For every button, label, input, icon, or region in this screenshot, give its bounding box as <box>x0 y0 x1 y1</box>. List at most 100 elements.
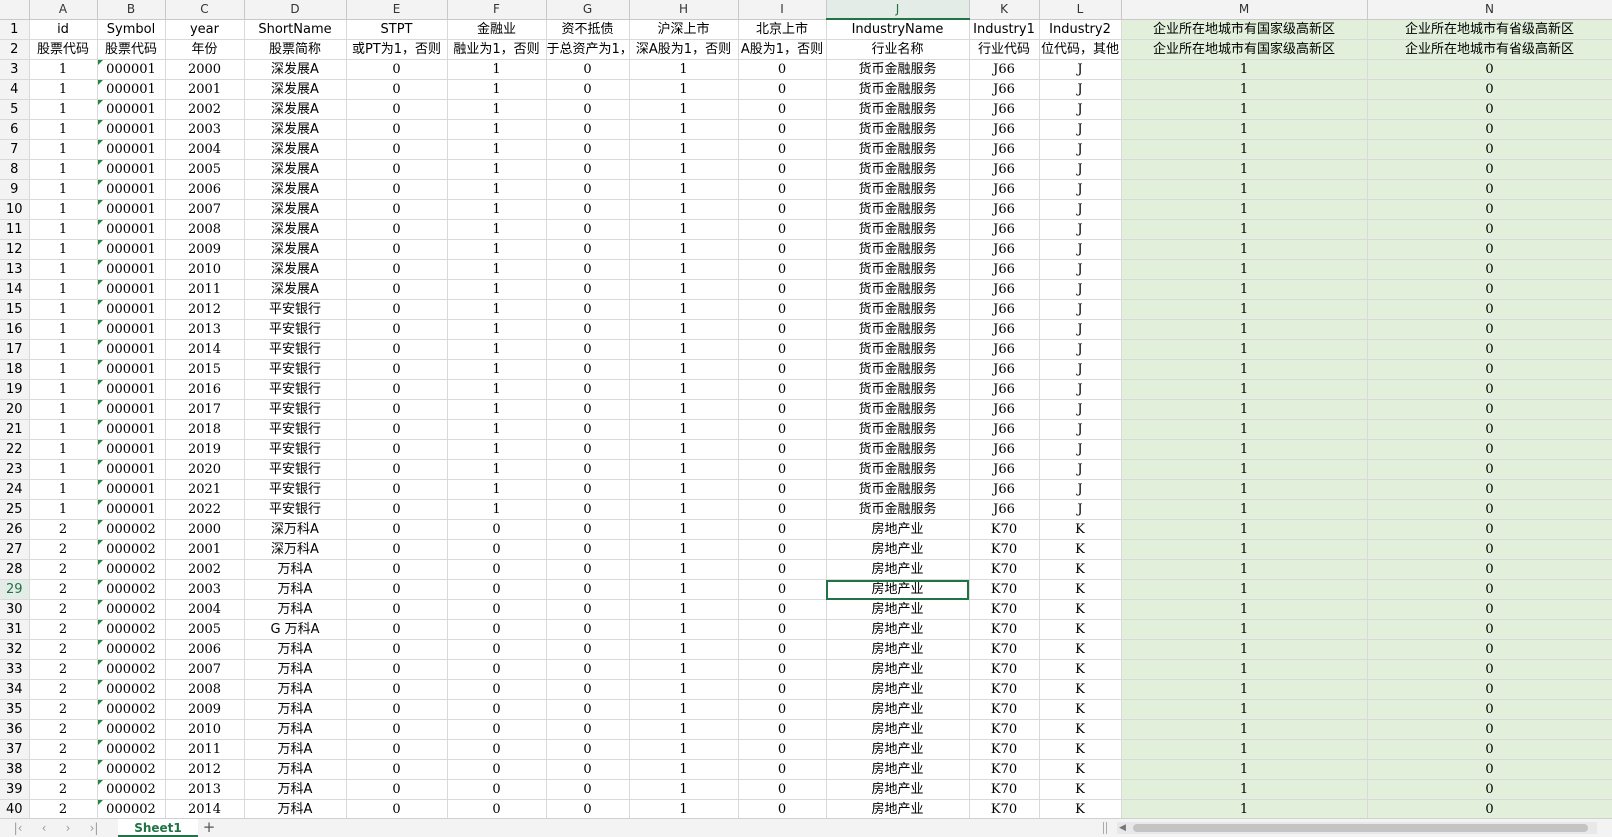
cell-d11[interactable]: 深发展A <box>244 219 347 240</box>
cell-c29[interactable]: 2003 <box>165 579 245 600</box>
cell-i38[interactable]: 0 <box>738 759 827 780</box>
cell-n34[interactable]: 0 <box>1367 679 1612 700</box>
row-header[interactable]: 4 <box>0 79 30 100</box>
cell-f7[interactable]: 1 <box>447 139 547 160</box>
cell-i37[interactable]: 0 <box>738 739 827 760</box>
cell-k30[interactable]: K70 <box>969 599 1040 620</box>
cell-k18[interactable]: J66 <box>969 359 1040 380</box>
cell-f4[interactable]: 1 <box>447 79 547 100</box>
cell-g18[interactable]: 0 <box>546 359 630 380</box>
cell-n30[interactable]: 0 <box>1367 599 1612 620</box>
cell-b6[interactable]: 000001 <box>97 119 166 140</box>
cell-e25[interactable]: 0 <box>346 499 448 520</box>
cell-l30[interactable]: K <box>1039 599 1122 620</box>
cell-i26[interactable]: 0 <box>738 519 827 540</box>
cell-i23[interactable]: 0 <box>738 459 827 480</box>
cell-l40[interactable]: K <box>1039 799 1122 818</box>
cell-a23[interactable]: 1 <box>29 459 98 480</box>
cell-l27[interactable]: K <box>1039 539 1122 560</box>
row-header[interactable]: 2 <box>0 39 30 60</box>
cell-d39[interactable]: 万科A <box>244 779 347 800</box>
cell-b10[interactable]: 000001 <box>97 199 166 220</box>
cell-i19[interactable]: 0 <box>738 379 827 400</box>
cell-e31[interactable]: 0 <box>346 619 448 640</box>
cell-j26[interactable]: 房地产业 <box>826 519 970 540</box>
cell-j5[interactable]: 货币金融服务 <box>826 99 970 120</box>
cell-d28[interactable]: 万科A <box>244 559 347 580</box>
cell-j11[interactable]: 货币金融服务 <box>826 219 970 240</box>
cell-i24[interactable]: 0 <box>738 479 827 500</box>
cell-j9[interactable]: 货币金融服务 <box>826 179 970 200</box>
cell-h9[interactable]: 1 <box>629 179 739 200</box>
cell-m35[interactable]: 1 <box>1121 699 1368 720</box>
cell-k23[interactable]: J66 <box>969 459 1040 480</box>
column-header-k[interactable]: K <box>969 0 1040 20</box>
cell-m17[interactable]: 1 <box>1121 339 1368 360</box>
cell-g40[interactable]: 0 <box>546 799 630 818</box>
cell-d13[interactable]: 深发展A <box>244 259 347 280</box>
row-header[interactable]: 33 <box>0 659 30 680</box>
cell-c3[interactable]: 2000 <box>165 59 245 80</box>
cell-a15[interactable]: 1 <box>29 299 98 320</box>
cell-h19[interactable]: 1 <box>629 379 739 400</box>
cell-k3[interactable]: J66 <box>969 59 1040 80</box>
cell-g30[interactable]: 0 <box>546 599 630 620</box>
cell-b32[interactable]: 000002 <box>97 639 166 660</box>
cell-c34[interactable]: 2008 <box>165 679 245 700</box>
cell-h2[interactable]: 深A股为1，否则 <box>629 39 739 60</box>
cell-n3[interactable]: 0 <box>1367 59 1612 80</box>
cell-n38[interactable]: 0 <box>1367 759 1612 780</box>
cell-l11[interactable]: J <box>1039 219 1122 240</box>
cell-d10[interactable]: 深发展A <box>244 199 347 220</box>
cell-m24[interactable]: 1 <box>1121 479 1368 500</box>
cell-m23[interactable]: 1 <box>1121 459 1368 480</box>
cell-n19[interactable]: 0 <box>1367 379 1612 400</box>
cell-d24[interactable]: 平安银行 <box>244 479 347 500</box>
cell-e36[interactable]: 0 <box>346 719 448 740</box>
cell-f1[interactable]: 金融业 <box>447 19 547 40</box>
cell-c16[interactable]: 2013 <box>165 319 245 340</box>
cell-c13[interactable]: 2010 <box>165 259 245 280</box>
cell-b31[interactable]: 000002 <box>97 619 166 640</box>
cell-l23[interactable]: J <box>1039 459 1122 480</box>
cell-k28[interactable]: K70 <box>969 559 1040 580</box>
cell-e10[interactable]: 0 <box>346 199 448 220</box>
cell-i21[interactable]: 0 <box>738 419 827 440</box>
cell-k9[interactable]: J66 <box>969 179 1040 200</box>
cell-f13[interactable]: 1 <box>447 259 547 280</box>
cell-j38[interactable]: 房地产业 <box>826 759 970 780</box>
cell-d25[interactable]: 平安银行 <box>244 499 347 520</box>
cell-h12[interactable]: 1 <box>629 239 739 260</box>
row-header[interactable]: 32 <box>0 639 30 660</box>
cell-m18[interactable]: 1 <box>1121 359 1368 380</box>
row-header[interactable]: 13 <box>0 259 30 280</box>
cell-g10[interactable]: 0 <box>546 199 630 220</box>
cell-k29[interactable]: K70 <box>969 579 1040 600</box>
cell-b27[interactable]: 000002 <box>97 539 166 560</box>
row-header[interactable]: 31 <box>0 619 30 640</box>
cell-h40[interactable]: 1 <box>629 799 739 818</box>
cell-n32[interactable]: 0 <box>1367 639 1612 660</box>
cell-m22[interactable]: 1 <box>1121 439 1368 460</box>
cell-h29[interactable]: 1 <box>629 579 739 600</box>
cell-i25[interactable]: 0 <box>738 499 827 520</box>
cell-b40[interactable]: 000002 <box>97 799 166 818</box>
cell-g32[interactable]: 0 <box>546 639 630 660</box>
row-header[interactable]: 5 <box>0 99 30 120</box>
cell-b2[interactable]: 股票代码 <box>97 39 166 60</box>
cell-m6[interactable]: 1 <box>1121 119 1368 140</box>
cell-k4[interactable]: J66 <box>969 79 1040 100</box>
cell-n26[interactable]: 0 <box>1367 519 1612 540</box>
cell-d34[interactable]: 万科A <box>244 679 347 700</box>
cell-b21[interactable]: 000001 <box>97 419 166 440</box>
cell-a14[interactable]: 1 <box>29 279 98 300</box>
cell-n8[interactable]: 0 <box>1367 159 1612 180</box>
cell-f16[interactable]: 1 <box>447 319 547 340</box>
cell-b33[interactable]: 000002 <box>97 659 166 680</box>
cell-c12[interactable]: 2009 <box>165 239 245 260</box>
cell-m11[interactable]: 1 <box>1121 219 1368 240</box>
cell-c11[interactable]: 2008 <box>165 219 245 240</box>
cell-c33[interactable]: 2007 <box>165 659 245 680</box>
cell-b25[interactable]: 000001 <box>97 499 166 520</box>
cell-l31[interactable]: K <box>1039 619 1122 640</box>
